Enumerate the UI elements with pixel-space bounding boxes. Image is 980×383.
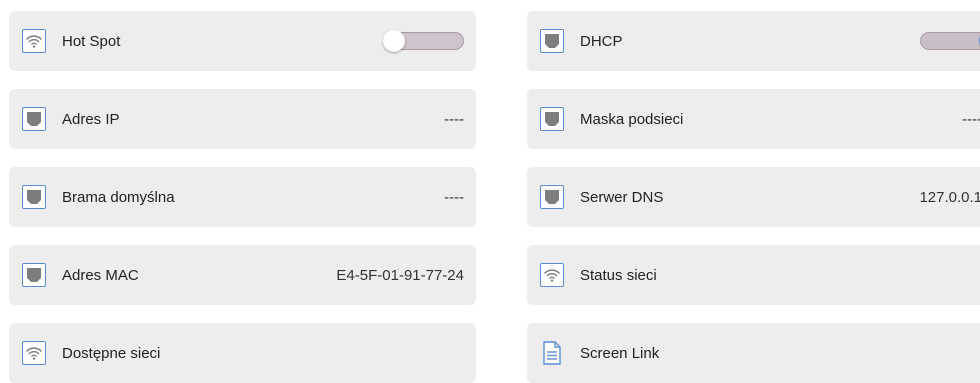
network-status-tile[interactable]: Status sieci <box>527 245 980 305</box>
available-networks-tile[interactable]: Dostępne sieci <box>9 323 476 383</box>
dns-server-tile[interactable]: Serwer DNS 127.0.0.1 <box>527 167 980 227</box>
default-gateway-label: Brama domyślna <box>62 188 175 206</box>
available-networks-label: Dostępne sieci <box>62 344 161 362</box>
ethernet-icon <box>22 263 46 287</box>
network-status-label: Status sieci <box>580 266 657 284</box>
mac-address-tile[interactable]: Adres MAC E4-5F-01-91-77-24 <box>9 245 476 305</box>
ethernet-icon <box>22 185 46 209</box>
network-settings-grid: Hot Spot DHCP Adres IP ---- Maska podsie… <box>9 11 980 383</box>
mac-address-value: E4-5F-01-91-77-24 <box>336 266 464 284</box>
ethernet-icon <box>540 185 564 209</box>
subnet-mask-tile[interactable]: Maska podsieci ---- <box>527 89 980 149</box>
ethernet-icon <box>540 29 564 53</box>
default-gateway-tile[interactable]: Brama domyślna ---- <box>9 167 476 227</box>
mac-address-label: Adres MAC <box>62 266 139 284</box>
hotspot-toggle-knob <box>383 30 405 52</box>
wifi-icon <box>22 341 46 365</box>
subnet-mask-label: Maska podsieci <box>580 110 684 128</box>
ethernet-icon <box>22 107 46 131</box>
dhcp-tile[interactable]: DHCP <box>527 11 980 71</box>
subnet-mask-value: ---- <box>962 110 980 128</box>
wifi-icon <box>22 29 46 53</box>
hotspot-tile[interactable]: Hot Spot <box>9 11 476 71</box>
hotspot-toggle[interactable] <box>383 30 464 52</box>
screen-link-tile[interactable]: Screen Link <box>527 323 980 383</box>
ip-address-value: ---- <box>444 110 464 128</box>
ip-address-label: Adres IP <box>62 110 120 128</box>
default-gateway-value: ---- <box>444 188 464 206</box>
screen-link-label: Screen Link <box>580 344 660 362</box>
wifi-icon <box>540 263 564 287</box>
dhcp-toggle[interactable] <box>920 30 980 52</box>
document-icon <box>540 341 564 365</box>
dns-server-value: 127.0.0.1 <box>919 188 980 206</box>
dns-server-label: Serwer DNS <box>580 188 664 206</box>
dhcp-label: DHCP <box>580 32 623 50</box>
hotspot-label: Hot Spot <box>62 32 121 50</box>
ip-address-tile[interactable]: Adres IP ---- <box>9 89 476 149</box>
ethernet-icon <box>540 107 564 131</box>
